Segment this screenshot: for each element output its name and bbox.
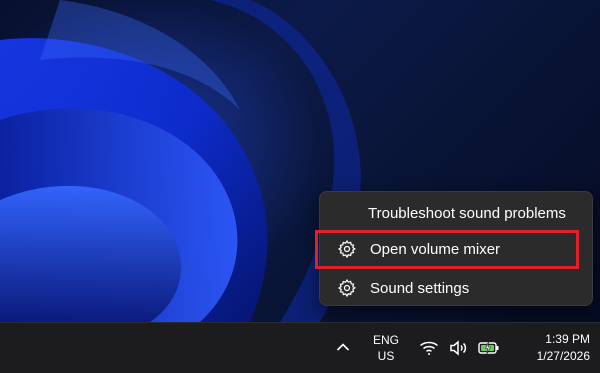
show-hidden-icons-button[interactable] xyxy=(332,335,354,361)
language-code: ENG xyxy=(372,333,399,347)
gear-icon xyxy=(336,238,358,260)
quick-settings-button[interactable] xyxy=(414,335,504,361)
speaker-icon xyxy=(447,336,471,360)
menu-item-sound-settings[interactable]: Sound settings xyxy=(324,272,588,304)
chevron-up-icon xyxy=(336,339,350,357)
gear-icon xyxy=(336,277,358,299)
taskbar: ENG US 1:39 PM 1/27/2026 xyxy=(0,322,600,373)
battery-charging-icon xyxy=(477,336,501,360)
language-indicator[interactable]: ENG US xyxy=(362,329,410,367)
menu-item-open-volume-mixer[interactable]: Open volume mixer xyxy=(324,233,588,265)
wifi-icon xyxy=(417,336,441,360)
menu-item-troubleshoot-sound[interactable]: Troubleshoot sound problems xyxy=(324,197,588,229)
clock-date: 1/27/2026 xyxy=(536,349,590,363)
menu-item-label: Sound settings xyxy=(370,279,470,297)
region-code: US xyxy=(377,349,395,363)
clock[interactable]: 1:39 PM 1/27/2026 xyxy=(510,329,590,367)
clock-time: 1:39 PM xyxy=(545,332,590,346)
sound-context-menu: Troubleshoot sound problems Open volume … xyxy=(319,191,593,306)
menu-item-label: Troubleshoot sound problems xyxy=(368,204,566,222)
menu-item-label: Open volume mixer xyxy=(370,240,501,258)
